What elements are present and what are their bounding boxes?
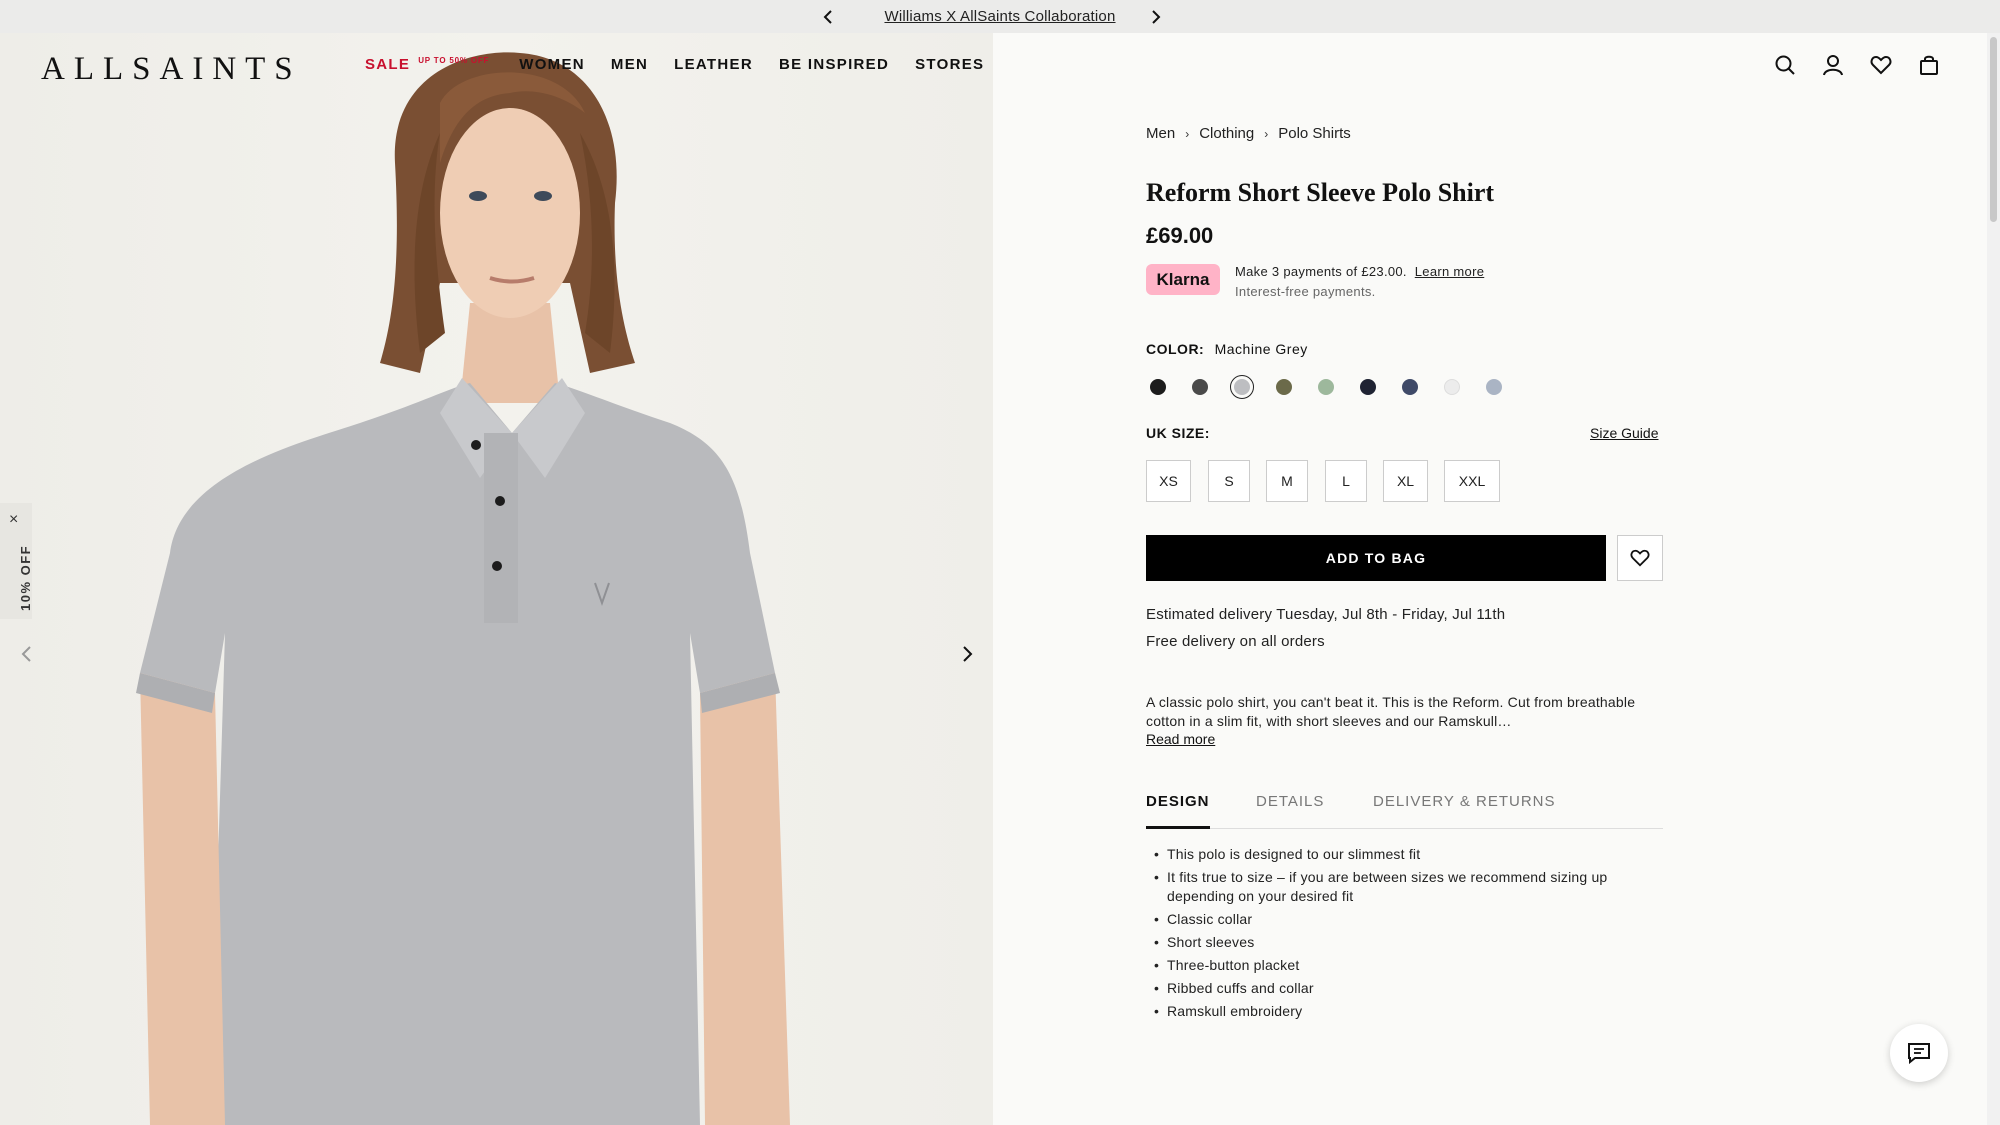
swatch-color [1150,379,1166,395]
account-icon[interactable] [1822,54,1844,76]
product-image [0,33,993,1125]
swatch-color [1318,379,1334,395]
nav-men[interactable]: MEN [611,56,648,73]
design-list: This polo is designed to our slimmest fi… [1154,845,1654,1025]
discount-label[interactable]: 10% OFF [18,545,33,611]
page-scrollbar[interactable] [1987,33,2000,1125]
list-item: Three-button placket [1154,956,1654,975]
gallery-next-button[interactable] [956,643,978,665]
color-label: COLOR: [1146,341,1205,357]
banner-promo-link[interactable]: Williams X AllSaints Collaboration [884,8,1115,25]
read-more-link[interactable]: Read more [1146,731,1215,747]
size-options: XS S M L XL XXL [1146,460,1666,502]
swatch-color [1234,379,1250,395]
chevron-left-icon [21,646,31,662]
estimated-delivery: Estimated delivery Tuesday, Jul 8th - Fr… [1146,606,1506,623]
color-swatch[interactable] [1482,375,1506,399]
header-actions [1774,54,1940,76]
size-l-button[interactable]: L [1325,460,1367,502]
size-xs-button[interactable]: XS [1146,460,1191,502]
list-item: Ribbed cuffs and collar [1154,979,1654,998]
list-item: This polo is designed to our slimmest fi… [1154,845,1654,864]
klarna-text: Make 3 payments of £23.00. [1235,264,1407,279]
discount-side-tab[interactable]: × 10% OFF [0,503,33,619]
product-price: £69.00 [1146,223,1214,248]
nav-sale-badge: UP TO 50% OFF [418,56,490,65]
size-xxl-button[interactable]: XXL [1444,460,1500,502]
scrollbar-thumb[interactable] [1990,37,1997,222]
chevron-right-icon [963,646,973,662]
color-swatch[interactable] [1356,375,1380,399]
product-tabs: DESIGN DETAILS DELIVERY & RETURNS [1146,793,1663,829]
tab-details[interactable]: DETAILS [1256,793,1324,829]
klarna-info: Make 3 payments of £23.00. Learn more [1235,264,1484,279]
breadcrumb-clothing[interactable]: Clothing [1199,125,1254,142]
color-swatch[interactable] [1230,375,1254,399]
klarna-badge: Klarna [1146,264,1220,295]
search-icon[interactable] [1774,54,1796,76]
tab-delivery-returns[interactable]: DELIVERY & RETURNS [1373,793,1556,829]
color-swatch[interactable] [1188,375,1212,399]
list-item: Classic collar [1154,910,1654,929]
banner-prev-button[interactable] [818,7,838,27]
breadcrumb-men[interactable]: Men [1146,125,1175,142]
nav-stores[interactable]: STORES [915,56,984,73]
swatch-color [1192,379,1208,395]
chevron-right-icon: › [1264,126,1269,141]
banner-next-button[interactable] [1146,7,1166,27]
color-swatches [1146,375,1566,399]
chat-button[interactable] [1890,1024,1948,1082]
swatch-color [1360,379,1376,395]
color-swatch[interactable] [1272,375,1296,399]
main-nav: SALE UP TO 50% OFF WOMEN MEN LEATHER BE … [365,56,1010,73]
size-guide-link[interactable]: Size Guide [1590,425,1658,441]
nav-be-inspired[interactable]: BE INSPIRED [779,56,889,73]
color-swatch[interactable] [1314,375,1338,399]
nav-women[interactable]: WOMEN [519,56,585,73]
size-xl-button[interactable]: XL [1383,460,1428,502]
list-item: Short sleeves [1154,933,1654,952]
nav-leather[interactable]: LEATHER [674,56,753,73]
gallery-prev-button[interactable] [16,643,38,665]
list-item: It fits true to size – if you are betwee… [1154,868,1654,906]
free-delivery-note: Free delivery on all orders [1146,633,1325,650]
heart-icon [1630,549,1650,567]
color-swatch[interactable] [1146,375,1170,399]
size-m-button[interactable]: M [1266,460,1308,502]
chat-icon [1908,1043,1930,1064]
product-description: A classic polo shirt, you can't beat it.… [1146,694,1636,729]
swatch-color [1444,379,1460,395]
klarna-subtext: Interest-free payments. [1235,284,1376,299]
brand-logo[interactable]: ALLSAINTS [41,51,302,88]
product-title: Reform Short Sleeve Polo Shirt [1146,178,1495,207]
swatch-color [1402,379,1418,395]
bag-icon[interactable] [1918,54,1940,76]
nav-sale[interactable]: SALE [365,56,410,73]
size-s-button[interactable]: S [1208,460,1250,502]
heart-icon[interactable] [1870,54,1892,76]
chevron-left-icon [823,10,832,24]
add-to-wishlist-button[interactable] [1617,535,1663,581]
color-label-row: COLOR: Machine Grey [1146,341,1308,357]
chevron-right-icon: › [1185,126,1190,141]
breadcrumb-polo-shirts[interactable]: Polo Shirts [1278,125,1351,142]
color-swatch[interactable] [1398,375,1422,399]
klarna-learn-more-link[interactable]: Learn more [1415,264,1484,279]
model-illustration [136,52,790,1125]
swatch-color [1486,379,1502,395]
close-icon[interactable]: × [9,511,18,529]
color-swatch[interactable] [1440,375,1464,399]
swatch-color [1276,379,1292,395]
chevron-right-icon [1152,10,1161,24]
size-label: UK SIZE: [1146,425,1210,441]
color-value: Machine Grey [1214,341,1308,357]
promo-banner: Williams X AllSaints Collaboration [0,0,2000,33]
breadcrumb: Men › Clothing › Polo Shirts [1146,125,1351,142]
add-to-bag-button[interactable]: ADD TO BAG [1146,535,1606,581]
tab-design[interactable]: DESIGN [1146,793,1210,829]
list-item: Ramskull embroidery [1154,1002,1654,1021]
